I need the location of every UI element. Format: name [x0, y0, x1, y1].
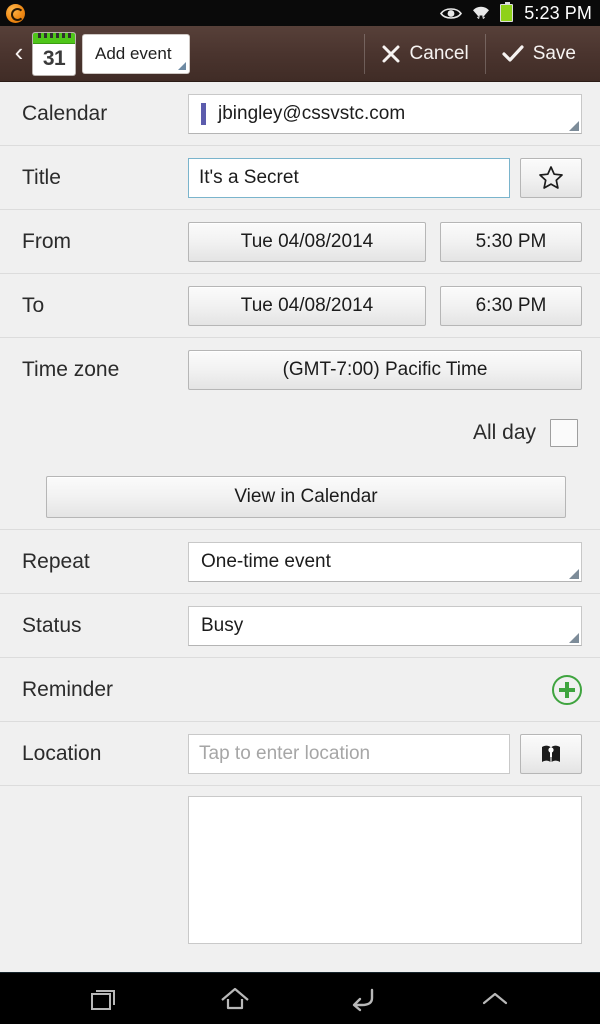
view-in-calendar-button[interactable]: View in Calendar	[46, 475, 566, 518]
system-navigation-bar	[0, 972, 600, 1024]
calendar-label: Calendar	[22, 101, 108, 125]
expand-button[interactable]	[467, 977, 523, 1021]
view-in-calendar-row: View in Calendar	[0, 464, 600, 530]
repeat-select[interactable]: One-time event	[188, 541, 582, 582]
location-row: Location Tap to enter location	[0, 722, 600, 786]
to-time-button[interactable]: 6:30 PM	[440, 285, 582, 326]
calendar-field: jbingley@cssvstc.com	[188, 93, 582, 134]
timezone-row: Time zone (GMT-7:00) Pacific Time	[0, 338, 600, 402]
all-day-checkbox[interactable]	[550, 419, 578, 447]
location-field: Tap to enter location	[188, 733, 582, 774]
recents-button[interactable]	[77, 977, 133, 1021]
location-input[interactable]: Tap to enter location	[188, 733, 510, 774]
add-event-spinner[interactable]: Add event	[83, 34, 189, 73]
to-date-button[interactable]: Tue 04/08/2014	[188, 285, 426, 326]
from-label: From	[22, 229, 71, 253]
plus-circle-icon[interactable]	[552, 674, 582, 705]
save-button-label: Save	[532, 42, 576, 64]
calendar-color-swatch	[201, 102, 206, 125]
home-icon	[221, 987, 249, 1009]
cancel-button-label: Cancel	[409, 42, 469, 64]
wifi-icon	[473, 6, 490, 22]
reminder-field	[188, 674, 582, 705]
from-row: From Tue 04/08/2014 5:30 PM	[0, 210, 600, 274]
map-icon	[542, 745, 560, 762]
back-chevron-icon[interactable]: ‹	[6, 39, 32, 68]
description-textarea[interactable]	[188, 796, 582, 944]
back-button[interactable]	[337, 977, 393, 1021]
back-arrow-icon	[352, 988, 374, 1011]
calendar-icon-day: 31	[42, 47, 66, 70]
app-logo-icon	[6, 3, 25, 23]
status-label: Status	[22, 613, 82, 637]
repeat-select-value: One-time event	[201, 550, 331, 572]
title-field: It's a Secret	[188, 157, 582, 198]
calendar-select[interactable]: jbingley@cssvstc.com	[188, 93, 582, 134]
to-field: Tue 04/08/2014 6:30 PM	[188, 285, 582, 326]
favorite-button[interactable]	[520, 157, 582, 198]
recents-icon	[91, 989, 115, 1010]
location-input-placeholder: Tap to enter location	[199, 742, 371, 764]
status-bar: 5:23 PM	[0, 0, 600, 26]
battery-icon	[500, 2, 514, 22]
calendar-event-editor-screen: 5:23 PM ‹ 31 Add event Cancel Save Calen…	[0, 0, 600, 1024]
timezone-field: (GMT-7:00) Pacific Time	[188, 350, 582, 390]
all-day-row: All day	[0, 402, 600, 464]
title-label: Title	[22, 165, 61, 189]
reminder-label: Reminder	[22, 677, 114, 701]
from-time-button[interactable]: 5:30 PM	[440, 221, 582, 262]
repeat-field: One-time event	[188, 541, 582, 582]
all-day-label: All day	[472, 421, 536, 444]
cancel-button[interactable]: Cancel	[367, 29, 483, 79]
from-field: Tue 04/08/2014 5:30 PM	[188, 221, 582, 262]
title-input[interactable]: It's a Secret	[188, 157, 510, 198]
chevron-up-icon	[482, 992, 508, 1004]
status-field: Busy	[188, 605, 582, 646]
to-label: To	[22, 293, 45, 317]
to-row: To Tue 04/08/2014 6:30 PM	[0, 274, 600, 338]
description-row	[0, 786, 600, 944]
repeat-label: Repeat	[22, 549, 90, 573]
star-icon	[539, 166, 563, 189]
action-bar: ‹ 31 Add event Cancel Save	[0, 26, 600, 82]
calendar-icon-rings	[33, 32, 75, 38]
save-button[interactable]: Save	[488, 29, 590, 79]
event-form: Calendar jbingley@cssvstc.com Title It's…	[0, 82, 600, 972]
reminder-row: Reminder	[0, 658, 600, 722]
add-event-spinner-label: Add event	[95, 43, 172, 63]
status-row: Status Busy	[0, 594, 600, 658]
repeat-row: Repeat One-time event	[0, 530, 600, 594]
map-button[interactable]	[520, 733, 582, 774]
status-bar-clock: 5:23 PM	[524, 2, 592, 23]
home-button[interactable]	[207, 977, 263, 1021]
title-row: Title It's a Secret	[0, 146, 600, 210]
calendar-icon[interactable]: 31	[33, 32, 75, 75]
status-bar-icons: 5:23 PM	[440, 2, 592, 24]
timezone-button[interactable]: (GMT-7:00) Pacific Time	[188, 350, 582, 390]
close-icon	[382, 45, 400, 62]
title-input-value: It's a Secret	[199, 166, 299, 188]
action-bar-divider-left	[363, 33, 365, 74]
location-label: Location	[22, 741, 102, 765]
action-bar-divider-right	[484, 33, 486, 74]
timezone-label: Time zone	[22, 358, 120, 381]
eye-icon	[440, 7, 463, 19]
calendar-select-value: jbingley@cssvstc.com	[218, 102, 406, 124]
status-select[interactable]: Busy	[188, 605, 582, 646]
checkmark-icon	[502, 44, 524, 62]
calendar-icon-header	[33, 32, 75, 44]
calendar-row: Calendar jbingley@cssvstc.com	[0, 82, 600, 146]
status-select-value: Busy	[201, 614, 244, 636]
from-date-button[interactable]: Tue 04/08/2014	[188, 221, 426, 262]
